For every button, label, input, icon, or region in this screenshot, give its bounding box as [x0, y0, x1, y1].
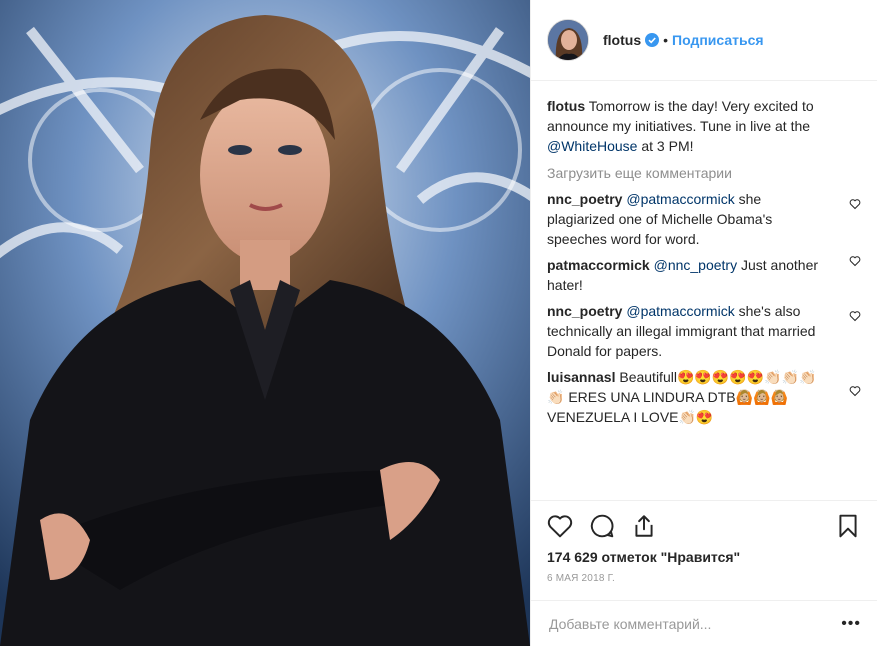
heart-icon[interactable]	[547, 513, 573, 539]
add-comment-input[interactable]	[547, 614, 842, 633]
comment-item: nnc_poetry @patmaccormick she plagiarize…	[547, 189, 861, 249]
post-date: 6 МАЯ 2018 Г.	[547, 573, 615, 584]
action-icons-row	[547, 511, 861, 541]
comment-item: luisannasl Beautifull😍😍😍😍😍👏🏻👏🏻👏🏻👏🏻 ERES …	[547, 367, 861, 427]
follow-button[interactable]: Подписаться	[672, 32, 764, 48]
caption-text-before: Tomorrow is the day! Very excited to ann…	[547, 98, 814, 134]
instagram-post: flotus • Подписаться flotus Tomorrow is …	[0, 0, 877, 646]
header-separator: •	[663, 32, 669, 48]
comment-username[interactable]: nnc_poetry	[547, 303, 622, 319]
post-sidebar: flotus • Подписаться flotus Tomorrow is …	[530, 0, 877, 646]
post-photo[interactable]	[0, 0, 530, 646]
add-comment-bar: •••	[531, 600, 877, 646]
post-header: flotus • Подписаться	[531, 0, 877, 81]
avatar-image	[548, 20, 588, 60]
comment-username[interactable]: luisannasl	[547, 369, 615, 385]
caption-username[interactable]: flotus	[547, 98, 585, 114]
caption-text-after: at 3 PM!	[637, 138, 694, 154]
comment-mention[interactable]: @nnc_poetry	[654, 257, 737, 273]
avatar[interactable]	[547, 19, 589, 61]
load-more-comments-button[interactable]: Загрузить еще комментарии	[547, 165, 861, 181]
header-username[interactable]: flotus	[603, 32, 641, 48]
bookmark-icon[interactable]	[835, 513, 861, 539]
post-caption: flotus Tomorrow is the day! Very excited…	[547, 96, 861, 156]
comment-item: patmaccormick @nnc_poetry Just another h…	[547, 255, 861, 295]
more-options-icon[interactable]: •••	[841, 615, 861, 633]
comment-icon[interactable]	[589, 513, 615, 539]
share-icon[interactable]	[631, 513, 657, 539]
comment-mention[interactable]: @patmaccormick	[626, 303, 734, 319]
caption-mention[interactable]: @WhiteHouse	[547, 138, 637, 154]
comment-like-heart-icon[interactable]	[849, 385, 861, 397]
comment-mention[interactable]: @patmaccormick	[626, 191, 734, 207]
likes-count[interactable]: 174 629 отметок "Нравится"	[547, 549, 861, 565]
comment-like-heart-icon[interactable]	[849, 310, 861, 322]
comment-username[interactable]: patmaccormick	[547, 257, 650, 273]
comment-username[interactable]: nnc_poetry	[547, 191, 622, 207]
comment-like-heart-icon[interactable]	[849, 255, 861, 267]
comment-like-heart-icon[interactable]	[849, 198, 861, 210]
portrait-illustration	[0, 0, 530, 646]
post-actions: 174 629 отметок "Нравится" 6 МАЯ 2018 Г.	[531, 500, 877, 584]
verified-badge-icon	[645, 33, 660, 47]
comment-item: nnc_poetry @patmaccormick she's also tec…	[547, 301, 861, 361]
